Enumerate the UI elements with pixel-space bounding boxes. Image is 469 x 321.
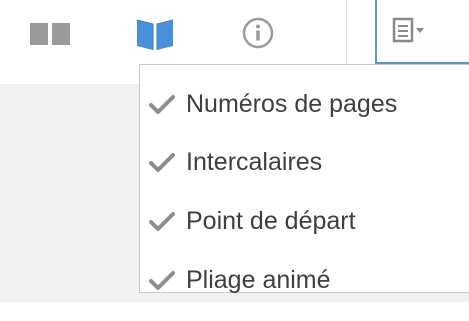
check-icon [149,153,175,172]
menu-item-label: Numéros de pages [186,89,398,118]
display-options-menu: Numéros de pages Intercalaires Point de … [139,64,469,294]
options-icon [392,17,424,43]
info-icon [242,17,274,49]
check-icon [149,95,175,114]
double-page-icon [30,23,70,45]
menu-item-label: Intercalaires [186,147,323,176]
double-page-view-button[interactable] [28,14,74,52]
viewer-page: Numéros de pages Intercalaires Point de … [0,0,469,321]
menu-item-animated-folding[interactable]: Pliage animé [140,255,469,305]
menu-item-intercalaires[interactable]: Intercalaires [140,137,469,187]
info-button[interactable] [236,12,280,54]
chevron-down-icon [416,28,424,33]
book-icon [136,19,174,50]
menu-item-label: Pliage animé [186,265,331,294]
check-icon [149,212,175,231]
menu-item-page-numbers[interactable]: Numéros de pages [140,79,469,129]
check-icon [149,271,175,290]
book-view-button[interactable] [131,12,179,54]
menu-item-label: Point de départ [186,206,356,235]
menu-item-starting-point[interactable]: Point de départ [140,196,469,246]
toolbar-divider [346,0,347,70]
display-options-button[interactable] [375,0,469,64]
